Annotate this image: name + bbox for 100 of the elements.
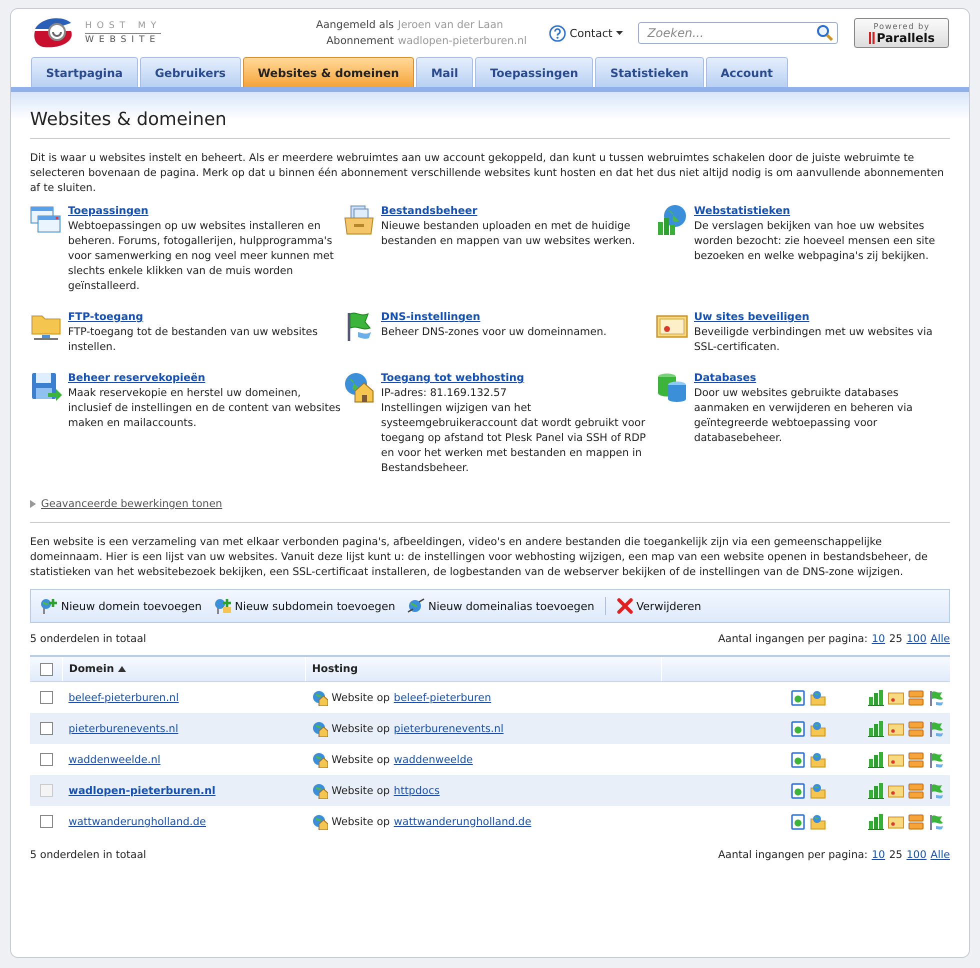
bar-chart-icon[interactable] <box>868 814 884 830</box>
search-icon[interactable] <box>816 24 834 42</box>
folder-globe-icon[interactable] <box>810 814 826 830</box>
page-title: Websites & domeinen <box>30 109 950 139</box>
row-checkbox[interactable] <box>40 753 53 766</box>
row-checkbox[interactable] <box>40 722 53 735</box>
hosting-link[interactable]: waddenweelde <box>394 754 473 766</box>
powered-by-badge[interactable]: Powered by Parallels <box>854 18 949 48</box>
item-count: 5 onderdelen in totaal <box>30 849 146 861</box>
webpage-icon[interactable] <box>790 720 806 736</box>
domain-link[interactable]: beleef-pieterburen.nl <box>68 692 179 704</box>
tool-link[interactable]: DNS-instellingen <box>381 310 480 325</box>
domain-link[interactable]: pieterburenevents.nl <box>68 722 178 734</box>
tool-link[interactable]: Toepassingen <box>68 204 148 219</box>
select-all-checkbox[interactable] <box>40 662 52 676</box>
tab[interactable]: Gebruikers <box>140 57 241 87</box>
log-icon[interactable] <box>908 752 924 768</box>
hosting-label: Website op <box>332 816 390 828</box>
tool-link[interactable]: Uw sites beveiligen <box>694 310 810 325</box>
tab[interactable]: Startpagina <box>31 57 138 87</box>
page-size-current: 25 <box>889 633 902 645</box>
tool-link[interactable]: Bestandsbeheer <box>381 204 478 219</box>
dns-flag-icon[interactable] <box>928 720 944 736</box>
dns-flag-icon[interactable] <box>928 690 944 706</box>
tab[interactable]: Statistieken <box>595 57 704 87</box>
expand-arrow-icon[interactable] <box>30 500 36 508</box>
log-icon[interactable] <box>908 720 924 736</box>
page-size-link[interactable]: 10 <box>872 633 886 645</box>
hosting-link[interactable]: beleef-pieterburen <box>394 692 492 704</box>
toolbar-button[interactable]: Nieuw domein toevoegen <box>39 596 203 616</box>
page-size-link[interactable]: Alle <box>930 849 950 861</box>
bar-chart-icon[interactable] <box>868 752 884 768</box>
subscription-name: wadlopen-pieterburen.nl <box>398 35 528 47</box>
add-domain-icon <box>40 598 58 614</box>
toolbar-button[interactable]: Verwijderen <box>616 596 702 616</box>
tab[interactable]: Toepassingen <box>475 57 594 87</box>
certificate-icon[interactable] <box>888 690 904 706</box>
webpage-icon[interactable] <box>790 814 806 830</box>
account-label: Aangemeld als <box>315 19 394 31</box>
page-size-current: 25 <box>889 849 902 861</box>
certificate-icon[interactable] <box>888 752 904 768</box>
row-checkbox[interactable] <box>40 691 53 704</box>
per-page-label: Aantal ingangen per pagina: <box>718 633 868 645</box>
log-icon[interactable] <box>908 690 924 706</box>
webpage-icon[interactable] <box>790 782 806 798</box>
toolbar-button[interactable]: Nieuw subdomein toevoegen <box>212 596 396 616</box>
intro-text: Dit is waar u websites instelt en beheert. Als er meerdere webruimtes aan uw account gekoppeld, dan kunt u tussen webruimtes schakelen door de juiste webruimte te selecteren bovenaan de pagina. Merk op dat u binnen één abonnement verschillende websites kunt hosten en dat het dus niet altijd nodig is om aanvullende abonnementen af te sluiten. <box>30 151 945 196</box>
dns-flag-icon[interactable] <box>928 814 944 830</box>
tool-description: De verslagen bekijken van hoe uw websites worden bezocht: zie hoeveel mensen een site bezoeken en welke webpagina's zij bekijken. <box>694 219 936 264</box>
certificate-icon[interactable] <box>888 814 904 830</box>
hosting-icon <box>312 690 328 706</box>
webpage-icon[interactable] <box>790 752 806 768</box>
tab[interactable]: Mail <box>416 57 474 87</box>
tool-description: Webtoepassingen op uw websites installeren en beheren. Forums, fotogallerijen, hulpprogramma's voor samenwerking en nog veel meer kunnen met slechts enkele klikken van de muis worden geïnstalleerd. <box>68 219 335 294</box>
tool-link[interactable]: Toegang tot webhosting <box>381 371 524 386</box>
tool-description: Instellingen wijzigen van het systeemgebruikeraccount dat wordt gebruikt voor toegang op afstand tot Plesk Panel via SSH of RDP en voor het werken met bestanden en mappen in Bestandsbeheer. <box>381 401 647 476</box>
webpage-icon[interactable] <box>790 690 806 706</box>
toolbar-button[interactable]: Nieuw domeinalias toevoegen <box>406 596 596 616</box>
folder-globe-icon[interactable] <box>810 690 826 706</box>
log-icon[interactable] <box>908 814 924 830</box>
certificate-icon[interactable] <box>888 782 904 798</box>
folder-globe-icon[interactable] <box>810 752 826 768</box>
tool-link[interactable]: Beheer reservekopieën <box>68 371 206 386</box>
tool-description: Beveiligde verbindingen met uw websites via SSL-certificaten. <box>694 325 934 355</box>
advanced-link[interactable]: Geavanceerde bewerkingen tonen <box>41 498 222 510</box>
tool-description: Maak reservekopie en herstel uw domeinen, inclusief de instellingen en de content van websites maken en mailaccounts. <box>68 386 342 431</box>
logo-text: HOST MY <box>85 20 162 34</box>
search-field[interactable]: Zoeken... <box>638 22 838 44</box>
log-icon[interactable] <box>908 782 924 798</box>
domain-link[interactable]: waddenweelde.nl <box>68 754 160 766</box>
globe-link-icon <box>407 598 426 614</box>
column-header[interactable]: Hosting <box>312 663 358 675</box>
help-icon <box>548 24 566 42</box>
account-name: Jeroen van der Laan <box>398 19 504 31</box>
caret-icon <box>616 31 624 35</box>
bar-chart-icon[interactable] <box>868 720 884 736</box>
domain-link[interactable]: wattwanderungholland.de <box>68 816 206 828</box>
tool-link[interactable]: Databases <box>694 371 756 386</box>
row-checkbox[interactable] <box>40 815 53 828</box>
certificate-icon[interactable] <box>888 720 904 736</box>
column-header[interactable]: Domein <box>69 663 126 675</box>
bar-chart-icon[interactable] <box>868 690 884 706</box>
page-size-link[interactable]: 10 <box>872 849 886 861</box>
tab[interactable]: Websites & domeinen <box>242 57 414 87</box>
folder-globe-icon[interactable] <box>810 720 826 736</box>
page-size-link[interactable]: 100 <box>906 633 927 645</box>
dns-flag-icon[interactable] <box>928 782 944 798</box>
tool-link[interactable]: Webstatistieken <box>694 204 790 219</box>
page-size-link[interactable]: Alle <box>930 633 950 645</box>
bar-chart-icon[interactable] <box>868 782 884 798</box>
dns-flag-icon[interactable] <box>928 752 944 768</box>
tool-description: Beheer DNS-zones voor uw domeinnamen. <box>381 325 607 340</box>
contact-menu[interactable]: Contact <box>570 26 612 40</box>
tab[interactable]: Account <box>706 57 788 87</box>
hosting-link[interactable]: pieterburenevents.nl <box>394 722 504 734</box>
tool-link[interactable]: FTP-toegang <box>68 310 144 325</box>
globe-house-icon <box>343 371 375 403</box>
folder-globe-icon[interactable] <box>810 782 826 798</box>
page-size-link[interactable]: 100 <box>906 849 927 861</box>
hosting-link[interactable]: wattwanderungholland.de <box>394 816 532 828</box>
